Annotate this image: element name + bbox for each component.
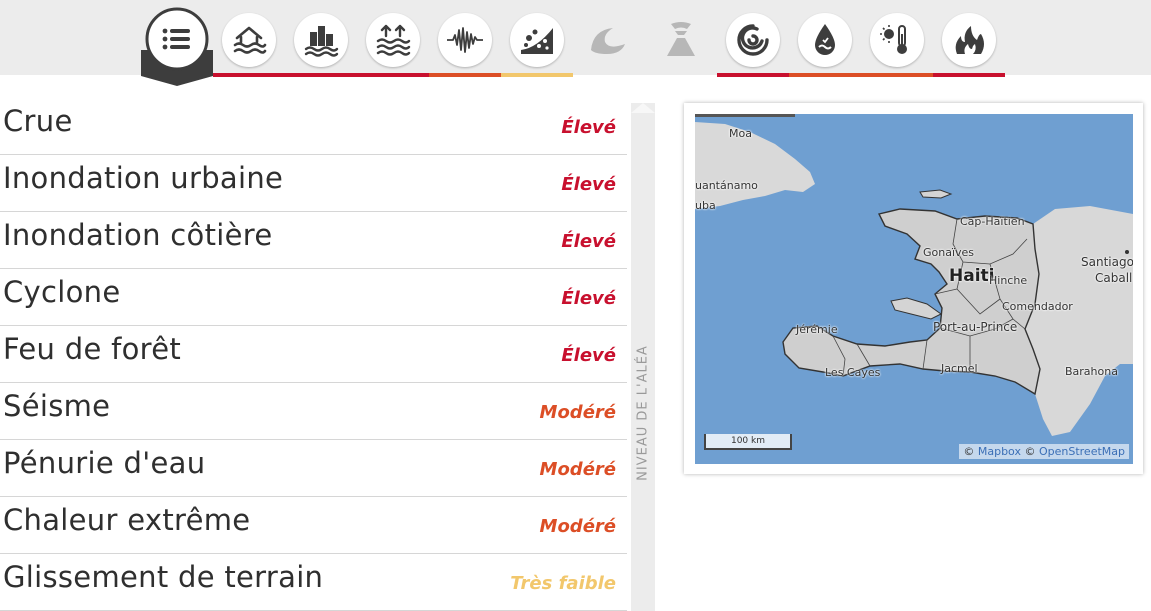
hazard-row[interactable]: Glissement de terrain Très faible [0, 554, 627, 611]
hazard-row[interactable]: Inondation urbaine Élevé [0, 155, 627, 212]
attribution-copyright: © [1024, 445, 1036, 458]
hazard-name: Inondation côtière [3, 218, 273, 252]
earthquake-button[interactable] [438, 13, 492, 67]
extreme-heat-button[interactable] [870, 13, 924, 67]
hazard-level: Modéré [539, 459, 616, 480]
hazard-name: Crue [3, 104, 73, 138]
map-label-guantanamo: uantánamo [695, 179, 758, 192]
map-panel: Moa uantánamo uba Cap-Haïtien Gonaïves H… [684, 103, 1143, 474]
volcano-button[interactable] [654, 13, 708, 67]
map-label-santiago: Santiago [1081, 255, 1133, 269]
city-marker [1125, 250, 1129, 254]
water-scarcity-button[interactable] [798, 13, 852, 67]
level-bar-high [213, 73, 429, 77]
river-flood-button[interactable] [222, 13, 276, 67]
hazard-name: Feu de forêt [3, 332, 182, 366]
attribution-copyright: © [963, 445, 975, 458]
hazard-level: Élevé [561, 174, 616, 195]
hazard-name: Chaleur extrême [3, 503, 251, 537]
map-top-border [695, 114, 795, 117]
hazard-name: Inondation urbaine [3, 161, 284, 195]
map-label-les-cayes: Les Cayes [825, 366, 881, 379]
map[interactable]: Moa uantánamo uba Cap-Haïtien Gonaïves H… [695, 114, 1133, 464]
landslide-icon [521, 28, 553, 54]
map-label-haiti: Haiti [949, 266, 995, 286]
map-label-hinche: Hinche [989, 274, 1028, 287]
mapbox-link[interactable]: Mapbox [978, 445, 1021, 458]
level-bar-very-low [501, 73, 573, 77]
urban-flood-icon [304, 26, 339, 57]
hazard-name: Glissement de terrain [3, 560, 324, 594]
map-label-gonaives: Gonaïves [923, 246, 975, 259]
map-label-cuba: uba [695, 199, 716, 212]
list-view-tab[interactable] [141, 0, 213, 86]
map-label-port-au-prince: Port-au-Prince [933, 320, 1018, 334]
wildfire-icon [955, 26, 984, 54]
tsunami-icon [591, 28, 625, 54]
urban-flood-button[interactable] [294, 13, 348, 67]
water-scarcity-icon [815, 24, 835, 55]
hazard-name: Pénurie d'eau [3, 446, 206, 480]
map-label-cap-haitien: Cap-Haïtien [960, 215, 1025, 228]
map-label-caballeros: Caball [1095, 271, 1133, 285]
map-label-comendador: Comendador [1002, 300, 1073, 313]
level-bar-medium [429, 73, 501, 77]
tsunami-button[interactable] [582, 13, 636, 67]
openstreetmap-link[interactable]: OpenStreetMap [1039, 445, 1125, 458]
hazard-row[interactable]: Cyclone Élevé [0, 269, 627, 326]
map-label-jacmel: Jacmel [941, 362, 978, 375]
axis-arrow-tip [631, 103, 655, 113]
level-bar-medium [789, 73, 933, 77]
landslide-button[interactable] [510, 13, 564, 67]
wildfire-button[interactable] [942, 13, 996, 67]
earthquake-icon [447, 27, 483, 53]
hazard-name: Séisme [3, 389, 111, 423]
hazard-row[interactable]: Crue Élevé [0, 98, 627, 155]
hazard-level: Élevé [561, 288, 616, 309]
hazard-row[interactable]: Chaleur extrême Modéré [0, 497, 627, 554]
cuba-landmass [695, 122, 815, 209]
hazard-name: Cyclone [3, 275, 121, 309]
map-canvas [695, 114, 1133, 436]
hazard-list: Crue Élevé Inondation urbaine Élevé Inon… [0, 98, 627, 611]
hazard-level: Très faible [510, 573, 616, 594]
hazard-level: Élevé [561, 231, 616, 252]
hazard-level: Élevé [561, 117, 616, 138]
map-attribution: © Mapbox © OpenStreetMap [959, 444, 1129, 459]
map-label-jeremie: Jérémie [796, 323, 838, 336]
level-bar-high [717, 73, 789, 77]
hazard-level: Modéré [539, 402, 616, 423]
river-flood-icon [233, 26, 267, 54]
gonave-island [890, 297, 942, 320]
map-scale-bar: 100 km [704, 434, 792, 450]
hazard-level: Modéré [539, 516, 616, 537]
hazard-row[interactable]: Inondation côtière Élevé [0, 212, 627, 269]
hazard-row[interactable]: Pénurie d'eau Modéré [0, 440, 627, 497]
extreme-heat-icon [880, 25, 907, 54]
volcano-icon [667, 22, 695, 56]
level-bar-high [933, 73, 1005, 77]
map-label-moa: Moa [729, 127, 752, 140]
tortuga-island [919, 189, 953, 199]
map-label-barahona: Barahona [1065, 365, 1118, 378]
axis-label: NIVEAU DE L'ALÉA [635, 345, 651, 481]
list-icon [162, 28, 190, 50]
coastal-flood-button[interactable] [366, 13, 420, 67]
cyclone-icon [737, 24, 769, 56]
coastal-flood-icon [376, 24, 411, 56]
hazard-row[interactable]: Séisme Modéré [0, 383, 627, 440]
hazard-level: Élevé [561, 345, 616, 366]
hispaniola-east [1025, 206, 1133, 436]
cyclone-button[interactable] [726, 13, 780, 67]
hazard-row[interactable]: Feu de forêt Élevé [0, 326, 627, 383]
